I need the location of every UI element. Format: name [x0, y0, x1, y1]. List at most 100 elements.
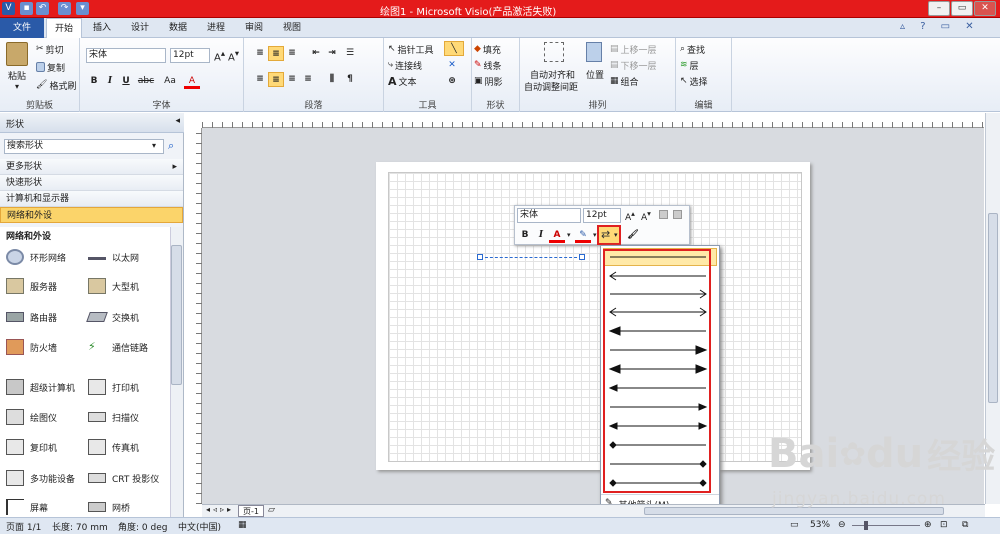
- save-icon[interactable]: ▪: [20, 2, 33, 15]
- strikethrough-button[interactable]: abc: [136, 74, 156, 89]
- mini-italic-button[interactable]: I: [533, 228, 549, 243]
- mini-line-color-button[interactable]: ✎: [575, 228, 591, 243]
- copy-button[interactable]: 复制: [36, 60, 65, 74]
- close-button[interactable]: ✕: [974, 1, 996, 16]
- sheet-nav-arrows-icon[interactable]: ◂◃▹▸: [206, 505, 234, 514]
- help-icons[interactable]: ▵ ? ▭ ✕: [900, 21, 980, 32]
- select-button[interactable]: ↖ 选择: [680, 74, 708, 88]
- network-stencil-item[interactable]: 网络和外设: [0, 207, 183, 223]
- tab-view[interactable]: 视图: [274, 18, 310, 38]
- customize-quick-access-icon[interactable]: ▾: [76, 2, 89, 15]
- line-button[interactable]: ✎ 线条: [474, 58, 502, 72]
- cut-button[interactable]: ✂ 剪切: [36, 42, 64, 56]
- text-tool-button[interactable]: A 文本: [388, 74, 417, 88]
- arrow-option-dot-start[interactable]: [609, 441, 706, 449]
- arrow-option-small-both[interactable]: [608, 422, 708, 430]
- tab-design[interactable]: 设计: [122, 18, 158, 38]
- font-name-combo[interactable]: 宋体: [86, 48, 166, 63]
- auto-space-label[interactable]: 自动调整间距: [524, 80, 578, 93]
- multifunction-shape[interactable]: 多功能设备: [6, 466, 75, 490]
- mini-font-color-button[interactable]: A: [549, 228, 565, 243]
- format-painter-button[interactable]: 🖌 格式刷: [36, 78, 76, 92]
- bridge-shape[interactable]: 网桥: [88, 495, 130, 519]
- align-top-icon[interactable]: ≡: [252, 46, 268, 61]
- tab-insert[interactable]: 插入: [84, 18, 120, 38]
- sheet-tab-page1[interactable]: 页-1: [238, 505, 264, 517]
- align-bottom-icon[interactable]: ≡: [284, 46, 300, 61]
- pane-collapse-icon[interactable]: ◂: [175, 116, 180, 126]
- connector-button[interactable]: ⤷ 连接线: [388, 58, 422, 72]
- mini-grow-font-icon[interactable]: A▴: [625, 209, 635, 223]
- position-icon[interactable]: [586, 42, 602, 62]
- status-page[interactable]: 页面 1/1: [6, 520, 41, 533]
- layers-button[interactable]: ≋ 层: [680, 58, 699, 72]
- router-shape[interactable]: 路由器: [6, 305, 57, 329]
- arrow-option-small-end[interactable]: [610, 403, 708, 411]
- selected-line-shape[interactable]: [480, 257, 582, 258]
- mini-bold-button[interactable]: B: [517, 228, 533, 243]
- paste-button[interactable]: 粘贴: [8, 69, 26, 82]
- bold-button[interactable]: B: [86, 74, 102, 89]
- ethernet-shape[interactable]: 以太网: [88, 245, 139, 269]
- copier-shape[interactable]: 复印机: [6, 435, 57, 459]
- arrow-option-open-start[interactable]: [609, 271, 706, 281]
- mini-format-painter-icon[interactable]: 🖌: [625, 228, 641, 243]
- tab-file[interactable]: 文件: [0, 18, 44, 38]
- stencil-scroll-thumb[interactable]: [171, 245, 182, 385]
- mini-font-combo[interactable]: 宋体: [517, 208, 581, 223]
- search-shapes-input[interactable]: 搜索形状: [4, 139, 164, 154]
- computers-stencil-item[interactable]: 计算机和显示器: [0, 191, 183, 207]
- connection-point-icon[interactable]: ⊛: [444, 74, 460, 89]
- redo-icon[interactable]: ↷: [58, 2, 71, 15]
- more-shapes-item[interactable]: 更多形状 ▸: [0, 159, 183, 175]
- server-shape[interactable]: 服务器: [6, 274, 57, 298]
- arrow-option-dot-both[interactable]: [609, 479, 707, 487]
- paste-dropdown-icon[interactable]: ▾: [15, 82, 19, 91]
- search-dropdown-icon[interactable]: ▾: [152, 141, 156, 150]
- search-icon[interactable]: ⌕: [168, 139, 174, 153]
- arrow-option-dot-end[interactable]: [610, 460, 707, 468]
- mini-font-color-dropdown-icon[interactable]: ▾: [567, 231, 571, 239]
- shadow-button[interactable]: ▣ 阴影: [474, 74, 503, 88]
- bullets-icon[interactable]: ☰: [342, 46, 358, 61]
- switch-shape[interactable]: 交换机: [86, 305, 139, 329]
- macro-icon[interactable]: ▦: [238, 520, 247, 530]
- crt-projector-shape[interactable]: CRT 投影仪: [88, 466, 159, 490]
- arrow-option-filled-both[interactable]: [608, 364, 708, 374]
- tab-home[interactable]: 开始: [46, 18, 82, 38]
- plotter-shape[interactable]: 绘图仪: [6, 405, 57, 429]
- outdent-icon[interactable]: ⇥: [324, 46, 340, 61]
- line-tool-icon[interactable]: ╲: [444, 41, 464, 56]
- align-center-icon[interactable]: ≡: [268, 72, 284, 87]
- minimize-button[interactable]: –: [928, 1, 950, 16]
- fill-button[interactable]: ◆ 填充: [474, 42, 501, 56]
- arrow-option-small-start[interactable]: [608, 384, 706, 392]
- tab-review[interactable]: 审阅: [236, 18, 272, 38]
- arrow-option-filled-start[interactable]: [608, 326, 706, 336]
- tab-process[interactable]: 进程: [198, 18, 234, 38]
- paste-icon[interactable]: [6, 42, 28, 66]
- align-right-icon[interactable]: ≡: [284, 72, 300, 87]
- zoom-slider-track[interactable]: [852, 525, 920, 526]
- change-case-button[interactable]: Aa: [160, 74, 180, 89]
- arrow-option-open-both[interactable]: [609, 307, 707, 317]
- mini-send-back-icon[interactable]: [673, 210, 682, 219]
- position-label[interactable]: 位置: [586, 68, 604, 81]
- align-left-icon[interactable]: ≡: [252, 72, 268, 87]
- justify-icon[interactable]: ≡: [300, 72, 316, 87]
- bring-forward-button[interactable]: ▤ 上移一层: [610, 42, 657, 56]
- insert-page-icon[interactable]: ▱: [268, 505, 275, 515]
- supercomputer-shape[interactable]: 超级计算机: [6, 375, 75, 399]
- underline-button[interactable]: U: [118, 74, 134, 89]
- arrow-option-open-end[interactable]: [610, 289, 707, 299]
- indent-icon[interactable]: ⇤: [308, 46, 324, 61]
- ring-network-shape[interactable]: 环形网络: [6, 245, 66, 269]
- group-button[interactable]: ▦ 组合: [610, 74, 639, 88]
- undo-icon[interactable]: ↶: [36, 2, 49, 15]
- find-button[interactable]: ⌕ 查找: [680, 42, 705, 56]
- scanner-shape[interactable]: 扫描仪: [88, 405, 139, 429]
- line-end-handle[interactable]: [579, 254, 585, 260]
- printer-shape[interactable]: 打印机: [88, 375, 139, 399]
- firewall-shape[interactable]: 防火墙: [6, 335, 57, 359]
- pointer-tool-button[interactable]: ↖ 指针工具: [388, 42, 434, 56]
